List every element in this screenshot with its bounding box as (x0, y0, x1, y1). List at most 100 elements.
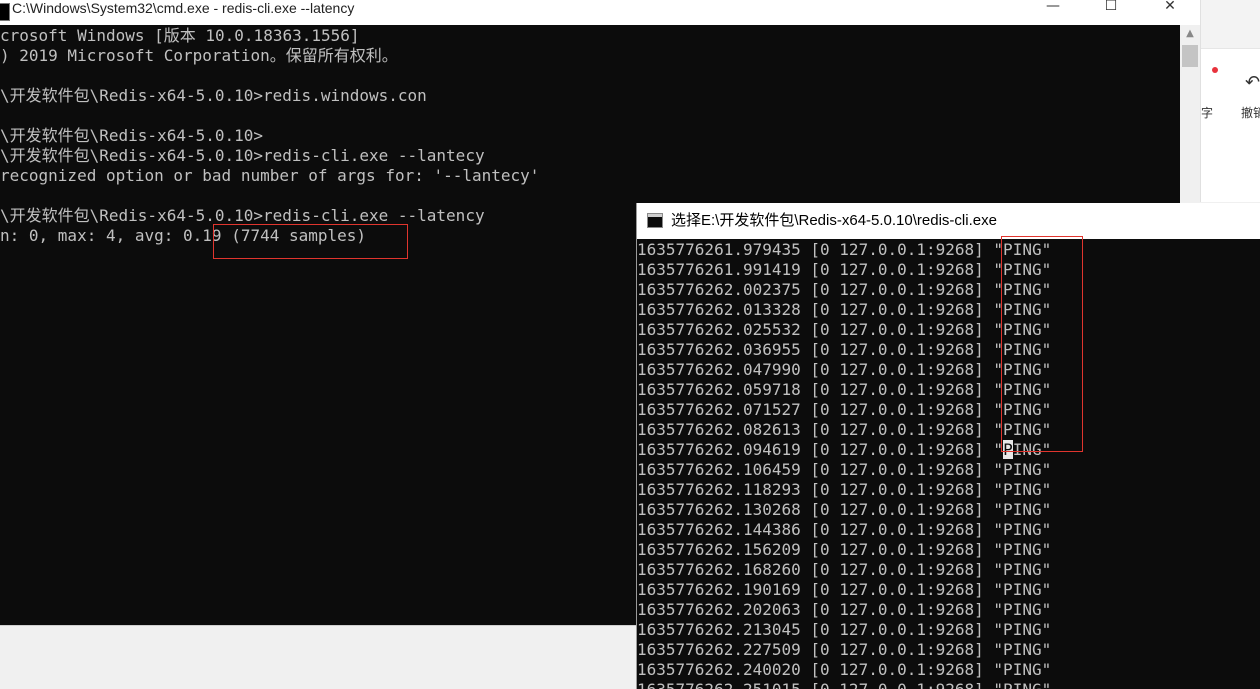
monitor-log-line: 1635776262.082613 [0 127.0.0.1:9268] "PI… (637, 420, 1051, 439)
log-command: "PING" (993, 680, 1051, 689)
monitor-log-line: 1635776262.047990 [0 127.0.0.1:9268] "PI… (637, 360, 1051, 379)
log-timestamp: 1635776261.979435 (637, 240, 801, 259)
log-command: "PING" (993, 520, 1052, 539)
console-line: recognized option or bad number of args … (0, 166, 540, 185)
monitor-window-title: 选择E:\开发软件包\Redis-x64-5.0.10\redis-cli.ex… (671, 212, 997, 229)
console-line: \开发软件包\Redis-x64-5.0.10>redis-cli.exe --… (0, 146, 485, 165)
log-client: [0 127.0.0.1:9268] (800, 500, 994, 519)
cmd-window-title: C:\Windows\System32\cmd.exe - redis-cli.… (12, 0, 355, 16)
console-line: crosoft Windows [版本 10.0.18363.1556] (0, 26, 360, 45)
log-timestamp: 1635776262.047990 (637, 360, 801, 379)
log-timestamp: 1635776262.168260 (637, 560, 801, 579)
log-timestamp: 1635776262.013328 (637, 300, 801, 319)
log-timestamp: 1635776262.156209 (637, 540, 801, 559)
log-client: [0 127.0.0.1:9268] (800, 280, 994, 299)
notification-dot-icon (1212, 67, 1218, 73)
monitor-log-line: 1635776262.059718 [0 127.0.0.1:9268] "PI… (637, 380, 1051, 399)
cmd-icon (0, 3, 10, 21)
cmd-titlebar[interactable]: C:\Windows\System32\cmd.exe - redis-cli.… (0, 0, 1200, 25)
monitor-log-line: 1635776262.144386 [0 127.0.0.1:9268] "PI… (637, 520, 1051, 539)
maximize-button[interactable]: ☐ (1082, 0, 1140, 16)
monitor-console-text: 1635776261.979435 [0 127.0.0.1:9268] "PI… (637, 240, 1260, 689)
log-command: "PING" (993, 580, 1052, 599)
undo-icon[interactable]: ↶ (1245, 72, 1260, 93)
monitor-log-line: 1635776261.979435 [0 127.0.0.1:9268] "PI… (637, 240, 1051, 259)
log-timestamp: 1635776262.082613 (637, 420, 801, 439)
monitor-log-line: 1635776262.106459 [0 127.0.0.1:9268] "PI… (637, 460, 1051, 479)
log-client: [0 127.0.0.1:9268] (800, 640, 994, 659)
monitor-log-line: 1635776262.002375 [0 127.0.0.1:9268] "PI… (637, 280, 1051, 299)
console-line: ) 2019 Microsoft Corporation。保留所有权利。 (0, 46, 398, 65)
monitor-log-line: 1635776262.130268 [0 127.0.0.1:9268] "PI… (637, 500, 1051, 519)
monitor-log-line: 1635776262.227509 [0 127.0.0.1:9268] "PI… (637, 640, 1051, 659)
log-client: [0 127.0.0.1:9268] (800, 600, 994, 619)
samples-highlight-box (213, 224, 408, 259)
monitor-log-line: 1635776262.251015 [0 127.0.0.1:9268] "PI… (637, 680, 1051, 689)
log-client: [0 127.0.0.1:9268] (800, 380, 994, 399)
log-command: "PING" (993, 620, 1052, 639)
monitor-log-line: 1635776262.071527 [0 127.0.0.1:9268] "PI… (637, 400, 1051, 419)
log-timestamp: 1635776262.094619 (637, 440, 801, 459)
log-client: [0 127.0.0.1:9268] (800, 540, 994, 559)
log-command: "PING" (993, 460, 1052, 479)
log-command: "PING" (993, 500, 1052, 519)
log-client: [0 127.0.0.1:9268] (800, 400, 994, 419)
log-client: [0 127.0.0.1:9268] (800, 660, 994, 679)
log-command: "PING" (993, 640, 1052, 659)
monitor-log-line: 1635776262.036955 [0 127.0.0.1:9268] "PI… (637, 340, 1051, 359)
log-client: [0 127.0.0.1:9268] (800, 480, 994, 499)
log-timestamp: 1635776262.251015 (637, 680, 801, 689)
log-client: [0 127.0.0.1:9268] (800, 260, 994, 279)
monitor-log-line: 1635776262.094619 [0 127.0.0.1:9268] "PI… (637, 440, 1051, 459)
log-client: [0 127.0.0.1:9268] (800, 360, 994, 379)
log-client: [0 127.0.0.1:9268] (801, 680, 994, 689)
scrollbar-thumb[interactable] (1182, 45, 1198, 67)
log-command: "PING" (993, 540, 1052, 559)
log-command: "PING" (993, 600, 1052, 619)
log-timestamp: 1635776262.190169 (637, 580, 801, 599)
log-timestamp: 1635776262.227509 (637, 640, 801, 659)
monitor-log-line: 1635776262.213045 [0 127.0.0.1:9268] "PI… (637, 620, 1051, 639)
background-app-header (1201, 0, 1260, 49)
log-client: [0 127.0.0.1:9268] (800, 580, 994, 599)
log-timestamp: 1635776262.130268 (637, 500, 801, 519)
log-client: [0 127.0.0.1:9268] (800, 560, 994, 579)
log-client: [0 127.0.0.1:9268] (800, 520, 994, 539)
minimize-button[interactable]: — (1024, 0, 1082, 16)
background-app-panel: ↶ 字 撤销 (1200, 0, 1260, 202)
background-app-label-left: 字 (1201, 106, 1214, 120)
log-timestamp: 1635776262.002375 (637, 280, 801, 299)
undo-label[interactable]: 撤销 (1241, 104, 1260, 121)
log-timestamp: 1635776262.240020 (637, 660, 801, 679)
monitor-log-line: 1635776262.156209 [0 127.0.0.1:9268] "PI… (637, 540, 1051, 559)
log-command: "PING" (993, 560, 1052, 579)
log-client: [0 127.0.0.1:9268] (800, 240, 994, 259)
ping-highlight-box (1001, 236, 1083, 452)
monitor-titlebar[interactable]: 选择E:\开发软件包\Redis-x64-5.0.10\redis-cli.ex… (637, 203, 1260, 239)
console-icon (647, 213, 663, 228)
monitor-console-output[interactable]: 1635776261.979435 [0 127.0.0.1:9268] "PI… (637, 239, 1260, 689)
log-timestamp: 1635776262.106459 (637, 460, 801, 479)
monitor-log-line: 1635776262.240020 [0 127.0.0.1:9268] "PI… (637, 660, 1051, 679)
monitor-log-line: 1635776262.168260 [0 127.0.0.1:9268] "PI… (637, 560, 1051, 579)
log-client: [0 127.0.0.1:9268] (800, 340, 994, 359)
close-button[interactable]: ✕ (1141, 0, 1199, 16)
redis-monitor-window: 选择E:\开发软件包\Redis-x64-5.0.10\redis-cli.ex… (636, 203, 1260, 689)
console-line: \开发软件包\Redis-x64-5.0.10> (0, 126, 264, 145)
log-timestamp: 1635776261.991419 (637, 260, 801, 279)
log-client: [0 127.0.0.1:9268] (800, 460, 994, 479)
console-line: \开发软件包\Redis-x64-5.0.10>redis-cli.exe --… (0, 206, 485, 225)
monitor-log-line: 1635776262.190169 [0 127.0.0.1:9268] "PI… (637, 580, 1051, 599)
log-timestamp: 1635776262.071527 (637, 400, 801, 419)
log-timestamp: 1635776262.059718 (637, 380, 801, 399)
log-command: "PING" (993, 480, 1052, 499)
log-timestamp: 1635776262.036955 (637, 340, 801, 359)
monitor-log-line: 1635776262.013328 [0 127.0.0.1:9268] "PI… (637, 300, 1051, 319)
log-client: [0 127.0.0.1:9268] (800, 620, 994, 639)
scroll-up-icon[interactable]: ▲ (1180, 25, 1200, 42)
log-timestamp: 1635776262.118293 (637, 480, 801, 499)
console-line: \开发软件包\Redis-x64-5.0.10>redis.windows.co… (0, 86, 427, 105)
monitor-log-line: 1635776261.991419 [0 127.0.0.1:9268] "PI… (637, 260, 1051, 279)
log-client: [0 127.0.0.1:9268] (800, 320, 994, 339)
log-timestamp: 1635776262.144386 (637, 520, 801, 539)
